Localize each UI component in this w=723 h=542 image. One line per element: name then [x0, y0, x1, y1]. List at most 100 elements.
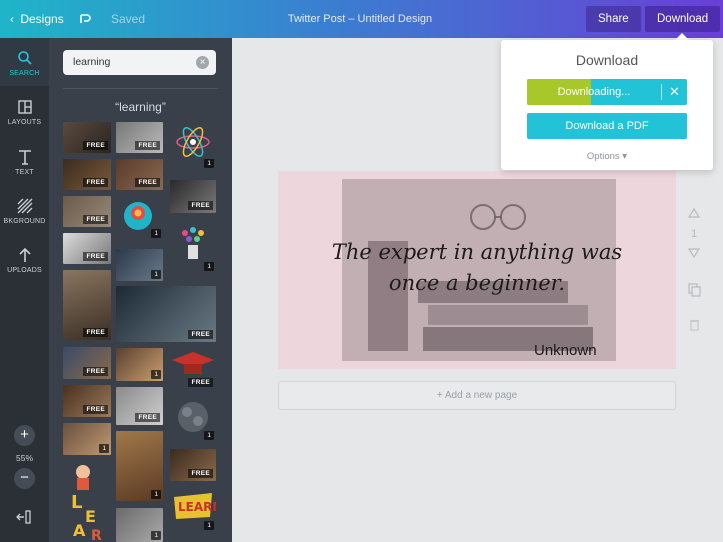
- result-thumbnail[interactable]: FREE: [63, 233, 111, 264]
- result-thumbnail[interactable]: FREE: [63, 347, 111, 379]
- learn-letters-illustration: LEA R: [71, 465, 102, 542]
- zoom-in-button[interactable]: +: [14, 425, 35, 446]
- search-input[interactable]: learning ×: [63, 50, 216, 75]
- free-badge: FREE: [83, 178, 108, 187]
- document-title[interactable]: Twitter Post – Untitled Design: [260, 0, 460, 38]
- page-count-badge: 1: [204, 521, 214, 530]
- add-new-page-button[interactable]: + Add a new page: [278, 381, 676, 410]
- move-page-down-button[interactable]: [686, 248, 702, 261]
- rail-text-tab[interactable]: TEXT: [0, 148, 49, 176]
- panel-divider: [63, 88, 218, 89]
- zoom-out-button[interactable]: −: [14, 468, 35, 489]
- free-badge: FREE: [83, 215, 108, 224]
- copy-icon: [687, 283, 701, 297]
- result-thumbnail[interactable]: FREE: [63, 122, 111, 153]
- page-count-badge: 1: [204, 159, 214, 168]
- result-thumbnail[interactable]: FREE: [170, 348, 216, 390]
- top-bar: ‹ Designs Saved Twitter Post – Untitled …: [0, 0, 723, 38]
- rail-search-label: SEARCH: [9, 70, 40, 77]
- copy-page-button[interactable]: [686, 283, 702, 300]
- result-thumbnail[interactable]: FREE: [63, 270, 111, 340]
- rail-layouts-label: LAYOUTS: [7, 119, 42, 126]
- svg-text:R: R: [91, 528, 102, 542]
- result-thumbnail[interactable]: LEARN 1: [170, 487, 216, 532]
- left-rail: SEARCH LAYOUTS TEXT BKGROUND UPLOADS + 5…: [0, 38, 49, 542]
- quote-line-1: The expert in anything was: [331, 240, 623, 264]
- rail-background-tab[interactable]: BKGROUND: [0, 197, 49, 225]
- search-icon: [17, 51, 32, 65]
- back-label: Designs: [20, 12, 64, 26]
- quote-line-2: once a beginner.: [388, 271, 566, 295]
- chevron-left-icon: ‹: [10, 12, 14, 26]
- free-badge: FREE: [188, 469, 213, 478]
- undo-icon: [80, 14, 91, 24]
- cancel-download-button[interactable]: ✕: [662, 79, 687, 105]
- result-thumbnail[interactable]: 1: [170, 397, 216, 442]
- free-badge: FREE: [135, 178, 160, 187]
- free-badge: FREE: [188, 330, 213, 339]
- result-thumbnail[interactable]: FREE: [63, 159, 111, 190]
- popover-title: Download: [575, 52, 639, 68]
- move-page-up-button[interactable]: [686, 207, 702, 221]
- svg-text:A: A: [73, 521, 86, 540]
- page-count-badge: 1: [204, 262, 214, 271]
- collapse-panel-icon: [16, 510, 31, 524]
- undo-button[interactable]: [78, 0, 91, 38]
- rail-uploads-label: UPLOADS: [7, 267, 42, 274]
- result-thumbnail[interactable]: FREE: [116, 159, 163, 190]
- result-thumbnail[interactable]: 1: [170, 122, 216, 170]
- popover-caret: [675, 33, 689, 40]
- page-count-badge: 1: [204, 431, 214, 440]
- result-thumbnail[interactable]: LEAR: [63, 460, 111, 542]
- close-icon: ✕: [669, 84, 680, 99]
- result-thumbnail[interactable]: FREE: [63, 385, 111, 417]
- page-count-badge: 1: [151, 229, 161, 238]
- result-thumbnail[interactable]: FREE: [63, 196, 111, 227]
- collapse-panel-button[interactable]: [16, 510, 34, 526]
- download-options-toggle[interactable]: Options ▾: [501, 151, 713, 162]
- result-thumbnail[interactable]: 1: [63, 423, 111, 455]
- quote-text[interactable]: The expert in anything was once a beginn…: [278, 237, 676, 299]
- result-thumbnail[interactable]: 1: [116, 249, 163, 281]
- free-badge: FREE: [83, 367, 108, 376]
- triangle-up-icon: [687, 207, 701, 218]
- result-thumbnail[interactable]: FREE: [116, 122, 163, 153]
- rail-uploads-tab[interactable]: UPLOADS: [0, 246, 49, 274]
- free-badge: FREE: [135, 413, 160, 422]
- delete-page-button[interactable]: [686, 318, 702, 334]
- search-panel: learning × “learning” FREE FREE FREE FRE…: [49, 38, 232, 542]
- background-pattern-icon: [17, 198, 32, 214]
- saved-status: Saved: [111, 12, 146, 26]
- design-page[interactable]: The expert in anything was once a beginn…: [278, 171, 676, 369]
- download-button[interactable]: Download: [645, 6, 721, 32]
- result-thumbnail[interactable]: FREE: [170, 180, 216, 213]
- download-progress-label: Downloading...: [557, 86, 631, 98]
- rail-search-tab[interactable]: SEARCH: [0, 38, 49, 86]
- result-thumbnail[interactable]: 1: [116, 431, 163, 501]
- rail-layouts-tab[interactable]: LAYOUTS: [0, 98, 49, 126]
- result-thumbnail[interactable]: 1: [116, 508, 163, 542]
- free-badge: FREE: [83, 141, 108, 150]
- layouts-icon: [17, 100, 32, 114]
- share-button[interactable]: Share: [586, 6, 641, 32]
- download-pdf-button[interactable]: Download a PDF: [527, 113, 687, 139]
- svg-text:E: E: [85, 507, 96, 526]
- back-to-designs-link[interactable]: ‹ Designs: [10, 0, 64, 38]
- clear-search-icon[interactable]: ×: [196, 56, 209, 69]
- quote-author[interactable]: Unknown: [534, 342, 597, 359]
- svg-text:L: L: [71, 492, 82, 513]
- free-badge: FREE: [83, 405, 108, 414]
- page-count-badge: 1: [99, 444, 109, 453]
- result-thumbnail[interactable]: FREE: [116, 286, 216, 342]
- result-thumbnail[interactable]: 1: [116, 196, 163, 240]
- rail-background-label: BKGROUND: [3, 218, 46, 225]
- triangle-down-icon: [687, 248, 701, 259]
- result-thumbnail[interactable]: FREE: [170, 449, 216, 481]
- free-badge: FREE: [83, 328, 108, 337]
- result-thumbnail[interactable]: 1: [170, 223, 216, 273]
- result-thumbnail[interactable]: FREE: [116, 387, 163, 425]
- trash-icon: [689, 319, 699, 331]
- result-thumbnail[interactable]: 1: [116, 348, 163, 381]
- upload-arrow-icon: [18, 247, 31, 262]
- free-badge: FREE: [135, 141, 160, 150]
